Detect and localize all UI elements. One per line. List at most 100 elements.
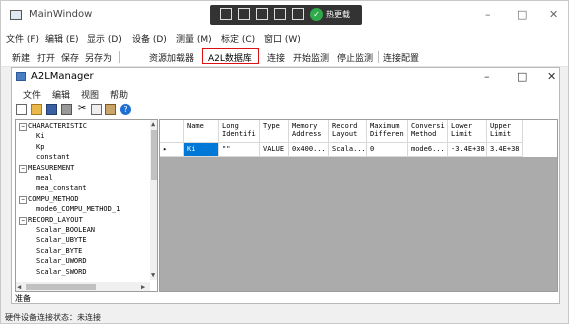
close-button[interactable]: ✕ (549, 8, 558, 21)
menu-display[interactable]: 显示 (D) (87, 32, 122, 45)
menu-bar: 文件 (F) 编辑 (E) 显示 (D) 设备 (D) 测量 (M) 标定 (C… (1, 29, 568, 47)
collapse-icon[interactable]: − (19, 216, 27, 225)
tree-node-label: meal (36, 174, 53, 182)
table-cell[interactable]: 0 (367, 143, 408, 157)
tree-horizontal-scrollbar[interactable]: ◀ ▶ (16, 282, 150, 291)
minimize-button[interactable]: – (485, 8, 491, 21)
tree-leaf-node[interactable]: meal (16, 174, 146, 184)
column-header[interactable]: Type (260, 120, 289, 143)
a2l-tree-view[interactable]: − CHARACTERISTIC Ki Kp constant − MEASUREMENT m… (15, 119, 158, 292)
tree-leaf-node[interactable]: constant (16, 153, 146, 163)
table-cell[interactable]: 3.4E+38 (487, 143, 523, 157)
child-menu-bar: 文件 编辑 视图 帮助 (12, 86, 559, 102)
tree-group-node[interactable]: − COMPU_METHOD (16, 195, 146, 205)
collapse-icon[interactable]: − (19, 123, 27, 131)
tree-node-label: Scalar_BOOLEAN (36, 226, 96, 234)
connect-button[interactable]: 连接 (267, 51, 285, 64)
tree-leaf-node[interactable]: Scalar_BYTE (16, 247, 146, 257)
tree-group-node[interactable]: − RECORD_LAYOUT (16, 216, 146, 226)
screen-capture-toolbar[interactable]: ✓ 热更载 (210, 5, 362, 25)
tree-horizontal-thumb[interactable] (26, 284, 96, 290)
menu-device[interactable]: 设备 (D) (132, 32, 167, 45)
grid-icon[interactable] (274, 8, 286, 20)
toolbar-separator (378, 51, 379, 63)
property-grid[interactable]: Name Long Identifi Type Memory Address Recor… (159, 119, 558, 292)
scroll-up-icon[interactable]: ▲ (151, 120, 155, 128)
row-selector[interactable]: ▸ (160, 143, 184, 157)
save-button[interactable]: 保存 (61, 51, 79, 64)
menu-edit[interactable]: 编辑 (E) (45, 32, 79, 45)
menu-window[interactable]: 窗口 (W) (264, 32, 301, 45)
tree-vertical-scrollbar[interactable]: ▲ ▼ (150, 120, 157, 280)
tree-leaf-node[interactable]: mea_constant (16, 184, 146, 194)
collapse-icon[interactable]: − (19, 195, 27, 204)
table-cell[interactable]: "" (219, 143, 260, 157)
tree-node-label: RECORD_LAYOUT (28, 215, 83, 224)
child-minimize-button[interactable]: – (484, 70, 490, 83)
column-header[interactable]: Maximum Differen (367, 120, 408, 143)
tree-leaf-node[interactable]: Scalar_UWORD (16, 257, 146, 267)
help-icon[interactable]: ? (120, 104, 131, 115)
table-cell[interactable]: Ki (184, 143, 219, 157)
live-indicator[interactable]: ✓ 热更载 (310, 8, 354, 21)
connection-config-button[interactable]: 连接配置 (383, 51, 419, 64)
table-row[interactable]: ▸ Ki "" VALUE 0x400... Scala... 0 mode6... -3.4E… (160, 143, 557, 157)
pin-icon[interactable] (238, 8, 250, 20)
table-cell[interactable]: VALUE (260, 143, 289, 157)
window-icon[interactable] (256, 8, 268, 20)
column-header[interactable]: Record Layout (329, 120, 367, 143)
start-monitor-button[interactable]: 开始监测 (293, 51, 329, 64)
stop-monitor-button[interactable]: 停止监测 (337, 51, 373, 64)
column-header[interactable]: Memory Address (289, 120, 329, 143)
tree-leaf-node[interactable]: Kp (16, 143, 146, 153)
a2l-database-button[interactable]: A2L数据库 (202, 48, 259, 64)
column-header[interactable]: Conversi Method (408, 120, 448, 143)
tree-leaf-node[interactable]: Scalar_UBYTE (16, 236, 146, 246)
column-header[interactable]: Long Identifi (219, 120, 260, 143)
column-header[interactable]: Lower Limit (448, 120, 487, 143)
child-menu-help[interactable]: 帮助 (110, 88, 128, 101)
tree-group-node[interactable]: − CHARACTERISTIC (16, 122, 146, 132)
open-button[interactable]: 打开 (37, 51, 55, 64)
child-window-title: A2LManager (31, 71, 94, 82)
new-icon[interactable] (16, 104, 27, 115)
tree-leaf-node[interactable]: mode6_COMPU_METHOD_1 (16, 205, 146, 215)
tree-vertical-thumb[interactable] (151, 130, 157, 180)
table-cell[interactable]: -3.4E+38 (448, 143, 487, 157)
maximize-button[interactable]: □ (517, 8, 527, 21)
table-cell[interactable]: mode6... (408, 143, 448, 157)
child-maximize-button[interactable]: □ (517, 70, 527, 83)
save-icon[interactable] (46, 104, 57, 115)
menu-measure[interactable]: 测量 (M) (176, 32, 212, 45)
child-menu-view[interactable]: 视图 (81, 88, 99, 101)
collapse-icon[interactable]: − (19, 164, 27, 173)
capture-icon[interactable] (220, 8, 232, 20)
open-icon[interactable] (31, 104, 42, 115)
child-menu-edit[interactable]: 编辑 (52, 88, 70, 101)
paste-icon[interactable] (105, 104, 116, 115)
menu-file[interactable]: 文件 (F) (6, 32, 39, 45)
menu-calibrate[interactable]: 标定 (C) (221, 32, 255, 45)
copy-icon[interactable] (91, 104, 102, 115)
tree-group-node[interactable]: − MEASUREMENT (16, 164, 146, 174)
tree-node-label: Scalar_BYTE (36, 246, 83, 255)
scroll-down-icon[interactable]: ▼ (151, 271, 155, 279)
save-as-button[interactable]: 另存为 (85, 51, 112, 64)
tree-leaf-node[interactable]: Scalar_BOOLEAN (16, 226, 146, 236)
scroll-right-icon[interactable]: ▶ (141, 283, 145, 291)
print-icon[interactable] (61, 104, 72, 115)
expand-icon[interactable] (292, 8, 304, 20)
child-menu-file[interactable]: 文件 (23, 88, 41, 101)
column-header[interactable]: Name (184, 120, 219, 143)
scroll-left-icon[interactable]: ◀ (17, 283, 21, 291)
table-cell[interactable]: 0x400... (289, 143, 329, 157)
new-button[interactable]: 新建 (12, 51, 30, 64)
table-cell[interactable]: Scala... (329, 143, 367, 157)
child-close-button[interactable]: ✕ (547, 70, 556, 83)
resource-loader-button[interactable]: 资源加载器 (149, 51, 194, 64)
tree-leaf-node[interactable]: Ki (16, 132, 146, 142)
tree-leaf-node[interactable]: Scalar_SWORD (16, 268, 146, 278)
column-header[interactable]: Upper Limit (487, 120, 523, 143)
check-icon: ✓ (310, 8, 323, 21)
cut-icon[interactable]: ✂ (78, 103, 86, 114)
